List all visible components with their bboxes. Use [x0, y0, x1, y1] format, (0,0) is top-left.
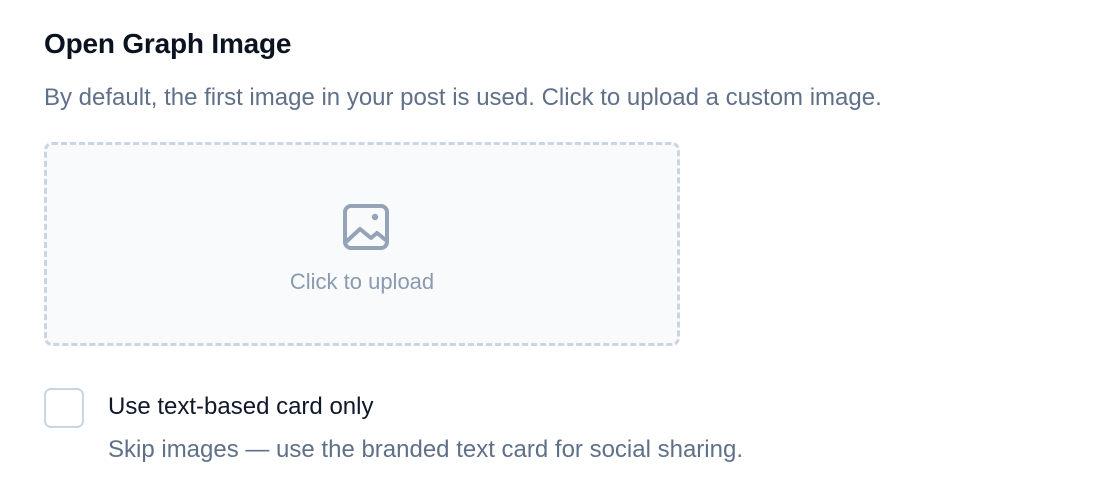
text-card-help: Skip images — use the branded text card …: [108, 436, 743, 463]
image-upload-dropzone[interactable]: Click to upload: [44, 142, 680, 346]
section-title: Open Graph Image: [44, 28, 292, 59]
upload-label: Click to upload: [289, 269, 435, 294]
text-card-option: Use text-based card only Skip images — u…: [44, 388, 1044, 478]
open-graph-image-section: Open Graph Image By default, the first i…: [0, 0, 1120, 498]
text-card-checkbox[interactable]: [44, 388, 84, 428]
section-description: By default, the first image in your post…: [44, 84, 882, 111]
text-card-label[interactable]: Use text-based card only: [108, 393, 373, 421]
image-icon: [343, 204, 389, 250]
